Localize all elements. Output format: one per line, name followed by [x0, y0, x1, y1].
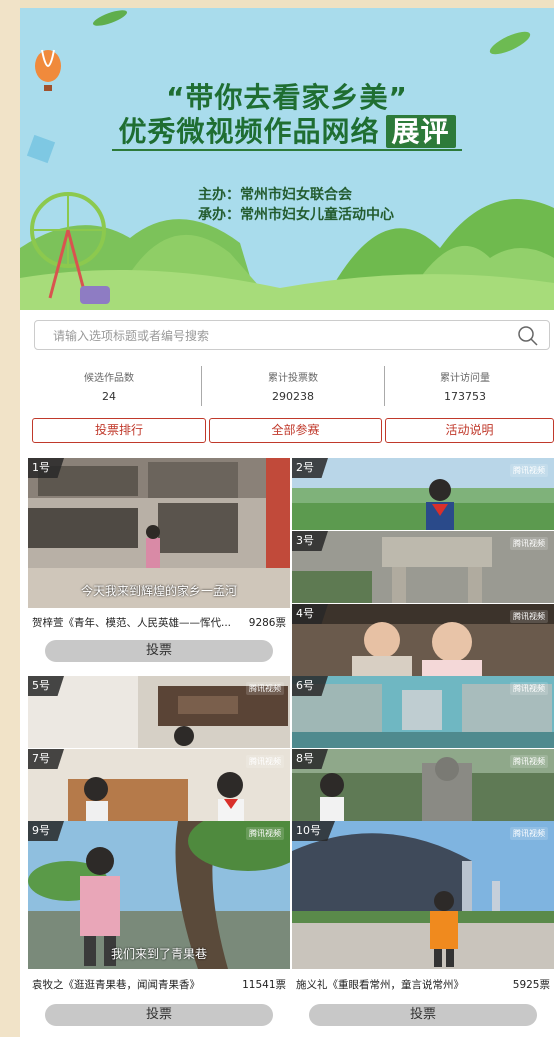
tencent-video-logo: 腾讯视频: [510, 755, 548, 768]
tab-event-info[interactable]: 活动说明: [385, 418, 554, 443]
entry-thumbnail[interactable]: 1号 今天我来到辉煌的家乡一孟河: [28, 458, 290, 608]
entry-card-1[interactable]: 1号 今天我来到辉煌的家乡一孟河 贺梓萱《青年、模范、人民英雄——恽代... 9…: [28, 458, 290, 676]
video-subtitle: 我们来到了青果巷: [110, 947, 207, 961]
banner-divider: [112, 149, 462, 151]
entry-caption: 袁牧之《逛逛青果巷，闻闻青果香》: [32, 979, 200, 991]
search-input[interactable]: [51, 325, 505, 347]
search-icon[interactable]: [517, 325, 539, 347]
tencent-video-logo: 腾讯视频: [510, 464, 548, 477]
entry-votes: 11541票: [242, 979, 286, 991]
banner-title-line2: 优秀微视频作品网络 展评: [20, 110, 554, 150]
tab-vote-ranking[interactable]: 投票排行: [32, 418, 206, 443]
vote-button[interactable]: 投票: [309, 1004, 537, 1026]
entry-votes: 9286票: [248, 617, 286, 629]
stat-value: 24: [102, 390, 116, 403]
entry-thumbnail[interactable]: 9号 腾讯视频 我们来到了青果巷: [28, 821, 290, 969]
stat-value: 290238: [272, 390, 314, 403]
banner-organizer: 承办：常州市妇女儿童活动中心: [198, 207, 394, 223]
entry-card-2[interactable]: 2号 腾讯视频: [292, 458, 554, 530]
entry-card-5[interactable]: 5号 腾讯视频: [28, 676, 290, 748]
stat-divider: [201, 366, 202, 406]
page-edge: [0, 0, 20, 1037]
entry-card-3[interactable]: 3号 腾讯视频: [292, 531, 554, 603]
banner-host: 主办：常州市妇女联合会: [198, 187, 352, 203]
vote-button[interactable]: 投票: [45, 640, 273, 662]
tencent-video-logo: 腾讯视频: [510, 827, 548, 840]
stat-candidates: 候选作品数 24: [20, 364, 198, 403]
entry-card-6[interactable]: 6号 腾讯视频: [292, 676, 554, 748]
entry-card-9[interactable]: 9号 腾讯视频 我们来到了青果巷 袁牧之《逛逛青果巷，闻闻青果香》 11541票…: [28, 821, 290, 1037]
tencent-video-logo: 腾讯视频: [510, 610, 548, 623]
app: “带你去看家乡美” 优秀微视频作品网络 展评 主办：常州市妇女联合会 承办：常州市…: [20, 8, 554, 1037]
stat-visits: 累计访问量 173753: [376, 364, 554, 403]
stats-bar: 候选作品数 24 累计投票数 290238 累计访问量 173753: [20, 364, 554, 410]
entry-caption: 施义礼《重眼看常州，童言说常州》: [296, 979, 464, 991]
stat-label: 累计访问量: [440, 373, 490, 384]
banner: “带你去看家乡美” 优秀微视频作品网络 展评 主办：常州市妇女联合会 承办：常州市…: [20, 8, 554, 310]
video-subtitle: 今天我来到辉煌的家乡一孟河: [80, 584, 237, 598]
stat-label: 候选作品数: [84, 373, 134, 384]
stat-value: 173753: [444, 390, 486, 403]
banner-title-badge: 展评: [385, 115, 456, 148]
vote-button[interactable]: 投票: [45, 1004, 273, 1026]
entry-card-10[interactable]: 10号 腾讯视频 施义礼《重眼看常州，童言说常州》 5925票 投票: [292, 821, 554, 1037]
tencent-video-logo: 腾讯视频: [510, 537, 548, 550]
stat-total-votes: 累计投票数 290238: [204, 364, 382, 403]
entry-card-8[interactable]: 8号 腾讯视频: [292, 749, 554, 821]
entry-votes: 5925票: [512, 979, 550, 991]
banner-title-text: 优秀微视频作品网络: [118, 115, 380, 148]
entry-thumbnail[interactable]: 10号 腾讯视频: [292, 821, 554, 969]
stat-label: 累计投票数: [268, 373, 318, 384]
banner-illustration: [20, 8, 554, 310]
search-bar: [34, 320, 550, 350]
entry-card-4[interactable]: 4号 腾讯视频: [292, 604, 554, 676]
tencent-video-logo: 腾讯视频: [246, 827, 284, 840]
entry-card-7[interactable]: 7号 腾讯视频: [28, 749, 290, 821]
tab-all-entries[interactable]: 全部参赛: [209, 418, 382, 443]
tencent-video-logo: 腾讯视频: [246, 682, 284, 695]
tencent-video-logo: 腾讯视频: [510, 682, 548, 695]
entry-caption: 贺梓萱《青年、模范、人民英雄——恽代...: [32, 617, 232, 629]
tencent-video-logo: 腾讯视频: [246, 755, 284, 768]
